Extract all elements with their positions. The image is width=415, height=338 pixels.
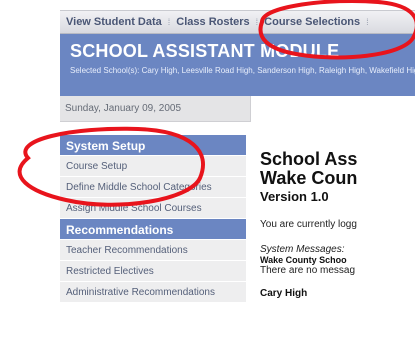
sidebar-item-define-middle-school-categories[interactable]: Define Middle School Categories — [60, 177, 246, 198]
nav-separator-icon: ⁞ — [366, 17, 369, 27]
version-label: Version 1.0 — [260, 189, 329, 204]
sidebar-item-assign-middle-school-courses[interactable]: Assign Middle School Courses — [60, 198, 246, 219]
sidebar-section-system-setup: System Setup — [60, 135, 246, 156]
sidebar-item-administrative-recommendations[interactable]: Administrative Recommendations — [60, 282, 246, 303]
current-date: Sunday, January 09, 2005 — [65, 103, 182, 114]
module-header: SCHOOL ASSISTANT MODULE Selected School(… — [60, 34, 415, 96]
page-title-line-1: School Ass — [260, 150, 358, 169]
sidebar-item-restricted-electives[interactable]: Restricted Electives — [60, 261, 246, 282]
page-margin — [0, 0, 60, 338]
page-title-line-2: Wake Coun — [260, 168, 358, 188]
sidebar-section-recommendations: Recommendations — [60, 219, 246, 240]
content-tab-notch — [250, 96, 415, 122]
no-messages-text: There are no messag — [260, 265, 356, 276]
selected-schools: Selected School(s): Cary High, Leesville… — [70, 66, 415, 75]
login-status-text: You are currently logg — [260, 219, 357, 230]
sidebar: System Setup Course Setup Define Middle … — [60, 135, 246, 303]
sidebar-item-course-setup[interactable]: Course Setup — [60, 156, 246, 177]
date-bar: Sunday, January 09, 2005 — [60, 96, 415, 122]
main-content: School Ass Wake Coun Version 1.0 You are… — [260, 150, 415, 299]
nav-course-selections[interactable]: Course Selections — [258, 16, 366, 28]
nav-class-rosters[interactable]: Class Rosters — [170, 16, 255, 28]
top-nav-bar: View Student Data ⁞ Class Rosters ⁞ Cour… — [60, 10, 415, 34]
module-title: SCHOOL ASSISTANT MODULE — [70, 41, 340, 61]
school-heading: Cary High — [260, 288, 308, 299]
system-messages-label: System Messages: — [260, 244, 345, 255]
sidebar-item-teacher-recommendations[interactable]: Teacher Recommendations — [60, 240, 246, 261]
nav-view-student-data[interactable]: View Student Data — [60, 16, 168, 28]
messages-school-name: Wake County Schoo — [260, 255, 347, 265]
